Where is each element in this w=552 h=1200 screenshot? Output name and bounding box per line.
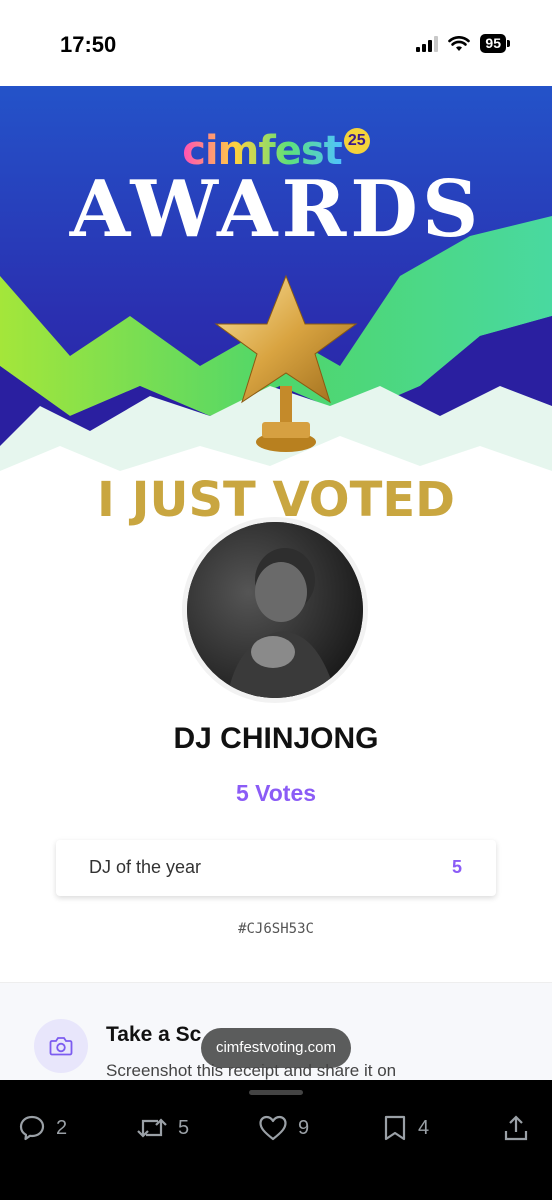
- share-button[interactable]: [502, 1114, 530, 1142]
- reply-count: 2: [56, 1116, 68, 1139]
- vote-count: 5 Votes: [235, 780, 317, 806]
- status-bar: 17:50 95: [0, 0, 552, 86]
- tip-title: Take a Sc: [106, 1023, 202, 1046]
- category-votes: 5: [451, 857, 462, 877]
- like-count: 9: [298, 1116, 310, 1139]
- awards-title: AWARDS: [69, 164, 483, 255]
- bookmark-icon: [384, 1115, 406, 1141]
- like-button[interactable]: 9: [258, 1114, 309, 1142]
- logo-badge: 25: [343, 128, 370, 154]
- bookmark-button[interactable]: 4: [382, 1114, 429, 1142]
- like-icon: [259, 1115, 287, 1141]
- repost-icon: [137, 1118, 167, 1138]
- cellular-signal-icon: [416, 35, 439, 52]
- reply-icon: [19, 1115, 45, 1141]
- awards-banner: cimfest 25 AWARDS: [0, 86, 552, 506]
- camera-icon: [34, 1019, 88, 1073]
- receipt-code: #CJ6SH53C: [238, 921, 314, 937]
- share-icon: [504, 1115, 528, 1141]
- voted-heading: I JUST VOTED: [97, 472, 455, 528]
- repost-count: 5: [178, 1116, 190, 1139]
- battery-level: 95: [480, 34, 506, 53]
- status-time: 17:50: [60, 32, 117, 57]
- category-name: DJ of the year: [89, 857, 202, 877]
- url-pill[interactable]: cimfestvoting.com: [201, 1028, 351, 1068]
- artist-photo: [187, 522, 363, 698]
- bookmark-count: 4: [418, 1116, 430, 1139]
- artist-name: DJ CHINJONG: [173, 722, 379, 755]
- battery-icon: 95: [480, 34, 510, 53]
- status-icons: 95: [416, 34, 510, 53]
- wifi-icon: [448, 35, 471, 51]
- category-card: DJ of the year 5: [56, 840, 496, 896]
- reply-button[interactable]: 2: [18, 1114, 67, 1142]
- home-indicator: [249, 1090, 303, 1095]
- tweet-action-bar: 2 5 9 4: [0, 1080, 552, 1200]
- repost-button[interactable]: 5: [136, 1114, 189, 1142]
